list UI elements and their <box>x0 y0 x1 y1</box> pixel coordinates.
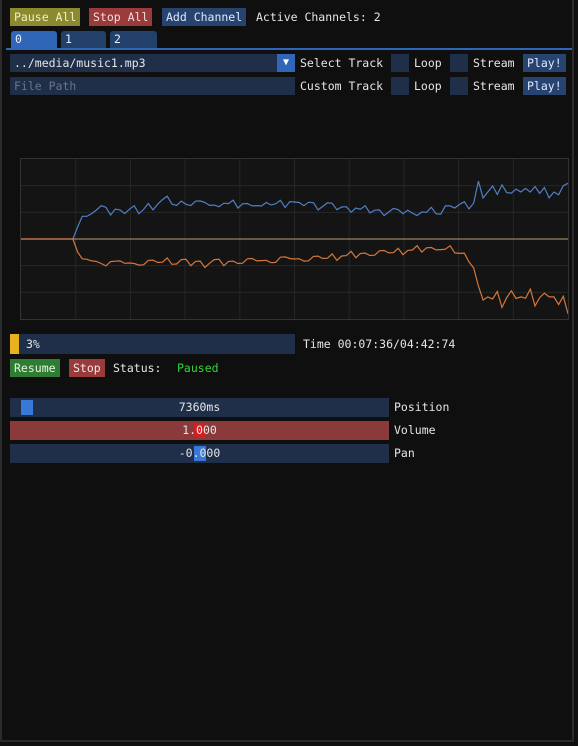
stream-label-custom: Stream <box>473 79 515 93</box>
stream-checkbox[interactable] <box>450 54 468 72</box>
tab-0[interactable]: 0 <box>11 31 57 48</box>
loop-label: Loop <box>414 56 442 70</box>
track-select-value: ../media/music1.mp3 <box>14 56 146 70</box>
tab-underline <box>6 48 572 50</box>
play-button-custom[interactable]: Play! <box>523 77 566 95</box>
position-slider[interactable]: 7360ms <box>10 398 389 417</box>
volume-label: Volume <box>394 423 436 437</box>
custom-track-label: Custom Track <box>300 79 384 93</box>
tab-2[interactable]: 2 <box>110 31 157 48</box>
track-select[interactable]: ../media/music1.mp3 <box>10 54 295 72</box>
pause-all-button[interactable]: Pause All <box>10 8 81 26</box>
position-slider-grab[interactable] <box>21 400 33 415</box>
tab-1[interactable]: 1 <box>61 31 106 48</box>
playback-progress-bar: 3% <box>10 334 295 354</box>
resume-button[interactable]: Resume <box>10 359 60 377</box>
progress-fill <box>10 334 19 354</box>
audio-window: Pause All Stop All Add Channel Active Ch… <box>0 0 574 742</box>
loop-checkbox[interactable] <box>391 54 409 72</box>
add-channel-button[interactable]: Add Channel <box>162 8 247 26</box>
pan-value: -0.000 <box>178 446 221 460</box>
stop-button[interactable]: Stop <box>69 359 105 377</box>
play-button[interactable]: Play! <box>523 54 566 72</box>
loop-label-custom: Loop <box>414 79 442 93</box>
progress-percent: 3% <box>26 337 40 351</box>
chevron-down-icon[interactable]: ▼ <box>277 54 295 72</box>
stream-checkbox-custom[interactable] <box>450 77 468 95</box>
position-value: 7360ms <box>178 400 221 414</box>
file-path-placeholder: File Path <box>14 79 77 93</box>
status-value: Paused <box>177 361 219 375</box>
file-path-input[interactable]: File Path <box>10 77 295 95</box>
loop-checkbox-custom[interactable] <box>391 77 409 95</box>
waveform-svg <box>21 159 569 319</box>
status-label: Status: <box>113 361 162 375</box>
pan-label: Pan <box>394 446 415 460</box>
select-track-label: Select Track <box>300 56 384 70</box>
stream-label: Stream <box>473 56 515 70</box>
stop-all-button[interactable]: Stop All <box>89 8 153 26</box>
volume-value: 1.000 <box>182 423 217 437</box>
active-channels-label: Active Channels: 2 <box>256 10 381 24</box>
volume-slider[interactable]: 1.000 <box>10 421 389 440</box>
time-readout: Time 00:07:36/04:42:74 <box>303 337 456 351</box>
waveform-plot <box>20 158 569 320</box>
position-label: Position <box>394 400 450 414</box>
pan-slider[interactable]: -0.000 <box>10 444 389 463</box>
